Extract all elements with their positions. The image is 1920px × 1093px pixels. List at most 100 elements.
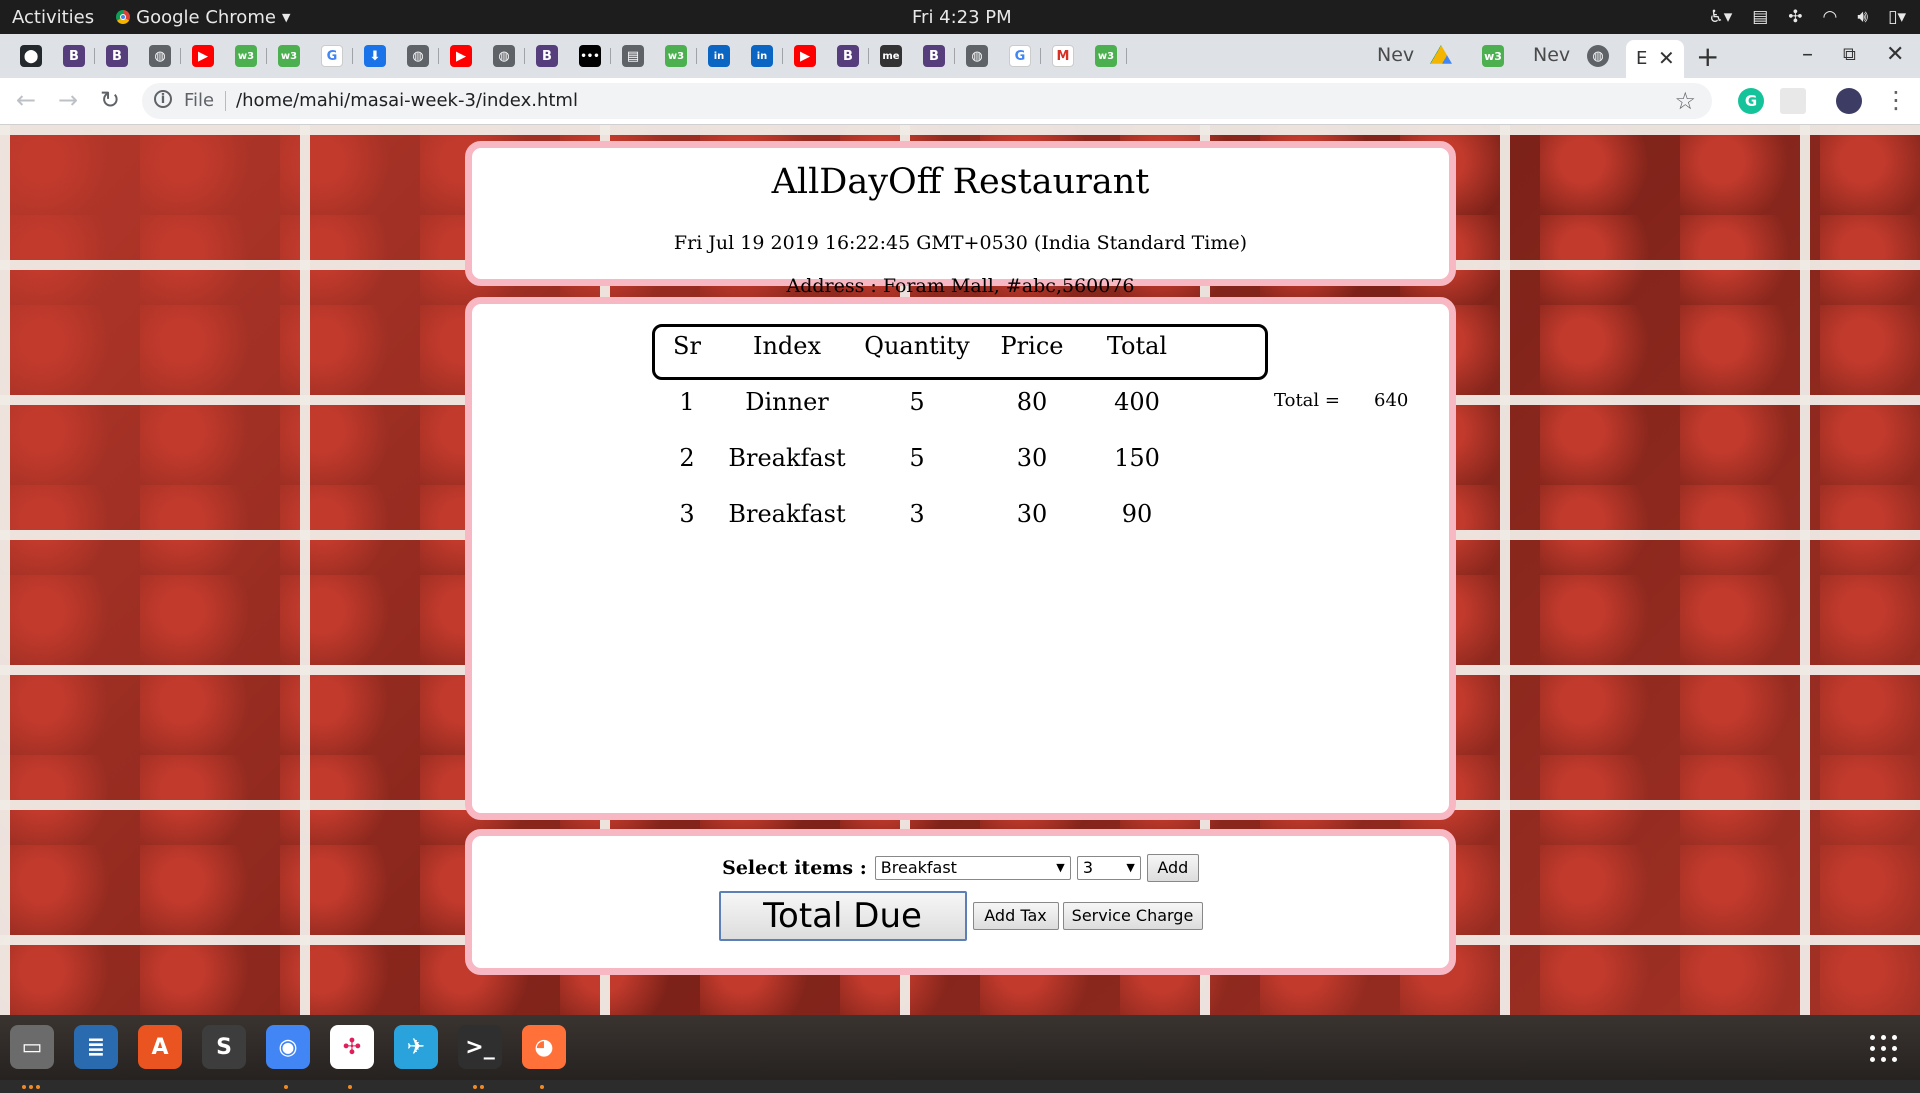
close-tab-icon[interactable]: ✕ — [1658, 46, 1675, 70]
system-tray[interactable]: ♿▾ ▤ ✣ ◠ 🔊︎ ▯▾ — [1708, 7, 1906, 27]
avatar[interactable] — [1836, 88, 1862, 114]
github-icon[interactable]: ⬤ — [20, 45, 42, 67]
clock[interactable]: Fri 4:23 PM — [912, 7, 1012, 28]
me-icon[interactable]: me — [880, 45, 902, 67]
item-select[interactable]: Breakfast ▼ — [874, 856, 1071, 880]
w3schools-icon[interactable]: w3 — [278, 45, 300, 67]
chrome-icon — [116, 10, 131, 24]
forward-arrow-icon[interactable]: → — [58, 86, 78, 114]
sublime-text-icon[interactable]: S — [202, 1025, 246, 1069]
bold-b-icon[interactable]: B — [63, 45, 85, 67]
w3schools-icon[interactable]: w3 — [235, 45, 257, 67]
url-text[interactable]: /home/mahi/masai-week-3/index.html — [236, 90, 578, 111]
accessibility-icon[interactable]: ♿▾ — [1708, 7, 1732, 27]
terminal-icon[interactable]: >_ — [458, 1025, 502, 1069]
news-icon[interactable]: ▤ — [622, 45, 644, 67]
table-header-total: Total — [1106, 332, 1168, 360]
select-items-row: Select items : Breakfast ▼ 3 ▼ Add — [472, 854, 1449, 882]
bold-b-icon[interactable]: B — [106, 45, 128, 67]
globe-icon[interactable]: ◍ — [493, 45, 515, 67]
slack-tray-icon[interactable]: ✣ — [1788, 7, 1802, 27]
quantity-select-value: 3 — [1082, 858, 1093, 877]
address-bar[interactable]: i File /home/mahi/masai-week-3/index.htm… — [142, 83, 1712, 119]
service-charge-button[interactable]: Service Charge — [1062, 902, 1203, 930]
minimize-icon[interactable]: – — [1802, 42, 1813, 67]
tab-divider — [438, 48, 439, 64]
volume-icon[interactable]: 🔊︎ — [1857, 7, 1868, 27]
page-content: AllDayOff Restaurant Fri Jul 19 2019 16:… — [0, 125, 1920, 1015]
bold-b-icon[interactable]: B — [837, 45, 859, 67]
table-cell: 5 — [909, 388, 925, 416]
order-panel: Sr Index Quantity Price Total 1 Dinner 5 80 400 2 B… — [465, 297, 1456, 820]
info-icon[interactable]: i — [154, 90, 172, 108]
tab-divider — [782, 48, 783, 64]
back-arrow-icon[interactable]: ← — [16, 86, 36, 114]
bold-b-icon[interactable]: B — [536, 45, 558, 67]
dots-icon[interactable]: ••• — [579, 45, 601, 67]
linkedin-icon[interactable]: in — [708, 45, 730, 67]
tab-divider — [954, 48, 955, 64]
running-indicator — [540, 1074, 547, 1089]
globe-icon[interactable]: ◍ — [1587, 45, 1609, 67]
add-button[interactable]: Add — [1146, 854, 1199, 882]
youtube-icon[interactable]: ▶ — [192, 45, 214, 67]
app-menu[interactable]: Google Chrome ▼ — [116, 7, 290, 28]
globe-icon[interactable]: ◍ — [966, 45, 988, 67]
battery-icon[interactable]: ▯▾ — [1888, 7, 1906, 27]
item-select-value: Breakfast — [880, 858, 957, 877]
google-icon[interactable]: G — [321, 45, 343, 67]
close-window-icon[interactable]: ✕ — [1886, 42, 1904, 67]
browser-toolbar: ← → ↻ i File /home/mahi/masai-week-3/ind… — [0, 78, 1920, 125]
maximize-icon[interactable]: ⧉ — [1843, 44, 1856, 65]
new-tab-button[interactable]: + — [1696, 40, 1719, 73]
software-center-icon[interactable]: A — [138, 1025, 182, 1069]
table-cell: 5 — [909, 444, 925, 472]
extension-icon[interactable] — [1780, 88, 1806, 114]
bold-b-icon[interactable]: B — [923, 45, 945, 67]
running-indicator — [22, 1074, 43, 1089]
grand-total-value: 640 — [1374, 390, 1409, 411]
bookmark-star-icon[interactable]: ☆ — [1674, 87, 1696, 115]
clipboard-icon[interactable]: ▤ — [1752, 7, 1768, 27]
kebab-menu-icon[interactable]: ⋮ — [1884, 86, 1908, 114]
grammarly-icon[interactable]: G — [1738, 88, 1764, 114]
running-indicator — [284, 1074, 291, 1089]
divider — [225, 91, 226, 111]
tab-new-tab-2[interactable]: Nev — [1533, 44, 1570, 66]
w3schools-icon[interactable]: w3 — [1482, 45, 1504, 67]
quantity-select[interactable]: 3 ▼ — [1076, 856, 1141, 880]
activities-button[interactable]: Activities — [12, 7, 94, 28]
tab-new-tab-1[interactable]: Nev — [1377, 44, 1414, 66]
reload-icon[interactable]: ↻ — [100, 86, 120, 114]
select-items-label: Select items : — [722, 857, 867, 879]
gmail-icon[interactable]: M — [1052, 45, 1074, 67]
globe-icon[interactable]: ◍ — [149, 45, 171, 67]
url-scheme: File — [184, 90, 215, 111]
google-drive-icon[interactable] — [1430, 45, 1452, 64]
download-icon[interactable]: ⬇ — [364, 45, 386, 67]
youtube-icon[interactable]: ▶ — [794, 45, 816, 67]
tab-active[interactable]: E ✕ — [1626, 40, 1684, 78]
add-tax-button[interactable]: Add Tax — [972, 902, 1059, 930]
show-applications-icon[interactable] — [1870, 1035, 1900, 1065]
running-indicator — [348, 1074, 355, 1089]
total-due-button[interactable]: Total Due — [718, 891, 967, 941]
linkedin-icon[interactable]: in — [751, 45, 773, 67]
telegram-icon[interactable]: ✈ — [394, 1025, 438, 1069]
tab-divider — [868, 48, 869, 64]
globe-icon[interactable]: ◍ — [407, 45, 429, 67]
youtube-icon[interactable]: ▶ — [450, 45, 472, 67]
grand-total-label: Total = — [1274, 390, 1340, 411]
gnome-top-bar: Activities Google Chrome ▼ Fri 4:23 PM ♿… — [0, 0, 1920, 34]
files-icon[interactable]: ▭ — [10, 1025, 54, 1069]
firefox-icon[interactable]: ◕ — [522, 1025, 566, 1069]
current-datetime: Fri Jul 19 2019 16:22:45 GMT+0530 (India… — [673, 232, 1248, 254]
w3schools-icon[interactable]: w3 — [665, 45, 687, 67]
chrome-icon[interactable]: ◉ — [266, 1025, 310, 1069]
writer-icon[interactable]: ≣ — [74, 1025, 118, 1069]
wifi-icon[interactable]: ◠ — [1823, 7, 1838, 27]
google-icon[interactable]: G — [1009, 45, 1031, 67]
slack-icon[interactable]: ✣ — [330, 1025, 374, 1069]
grand-total: Total = 640 — [1274, 390, 1408, 411]
w3schools-icon[interactable]: w3 — [1095, 45, 1117, 67]
